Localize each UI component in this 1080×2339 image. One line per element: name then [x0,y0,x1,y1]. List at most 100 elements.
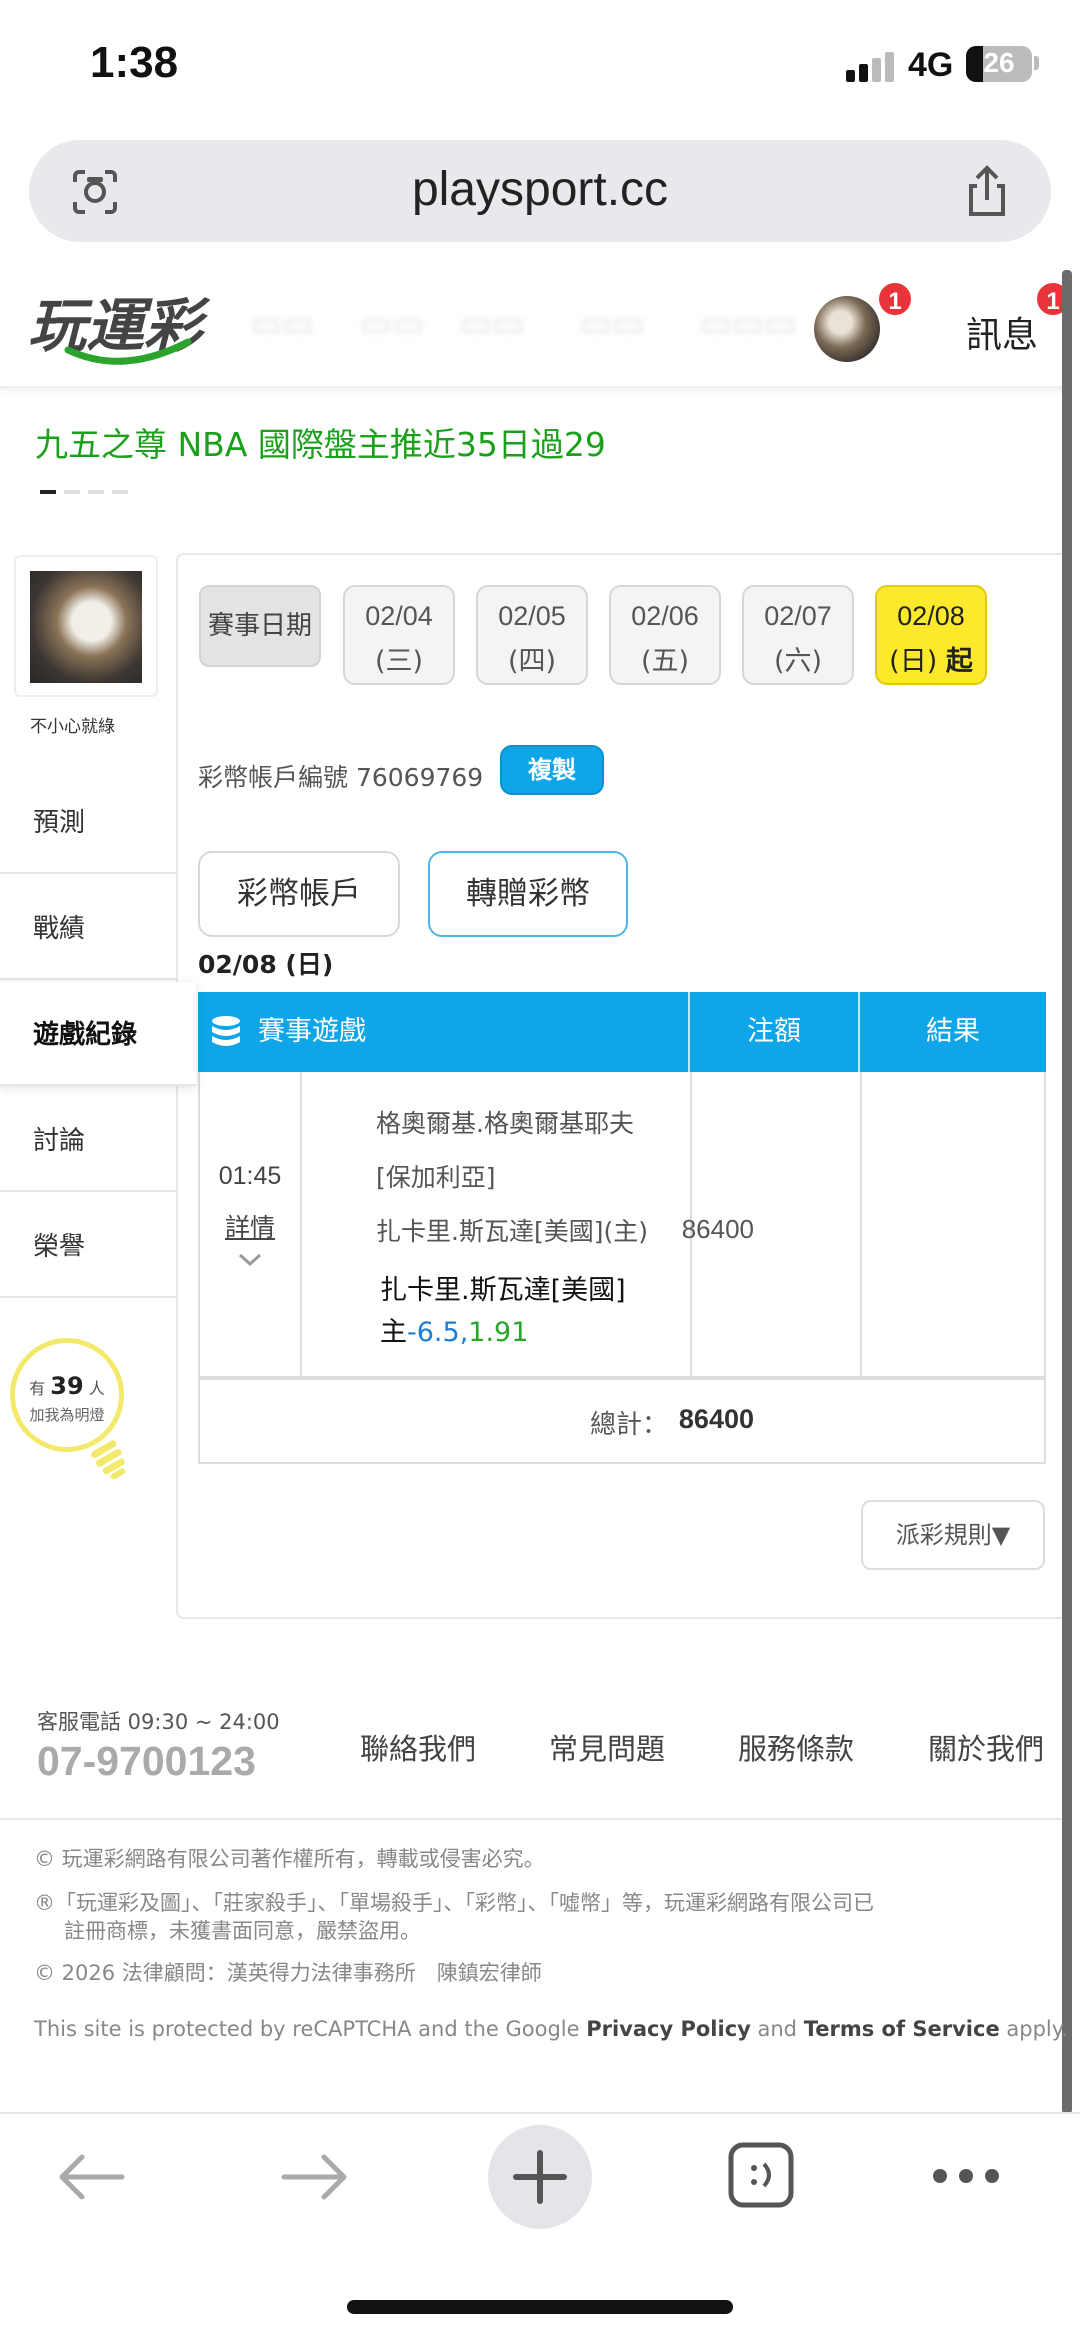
sidebar-item-discussion[interactable]: 討論 [0,1088,176,1192]
sidebar-item-honors[interactable]: 榮譽 [0,1194,176,1298]
total-value: 86400 [678,1404,754,1434]
ghost-nav-item: ▭▭ [460,304,525,344]
ghost-nav-item: ▭▭ [580,304,645,344]
date-suffix: 起 [945,646,973,677]
privacy-policy-link[interactable]: Privacy Policy [586,2017,751,2041]
network-type: 4G [908,46,954,84]
footer-link-faq[interactable]: 常見問題 [549,1726,665,1768]
date-button[interactable]: 02/05 (四) [476,585,588,685]
fans-count-line: 有 39 人 [10,1372,124,1400]
weekday-text: (六) [773,646,823,677]
legal-counsel-text: © 2026 法律顧問：漢英得力法律事務所 陳鎮宏律師 [34,1961,542,1985]
service-hours: 客服電話 09:30 ~ 24:00 [37,1710,280,1734]
recaptcha-text: This site is protected by reCAPTCHA and … [34,2017,587,2041]
chevron-down-icon[interactable] [236,1250,264,1270]
carousel-dots[interactable] [40,490,140,494]
service-phone[interactable]: 07-9700123 [37,1738,256,1785]
date-text: 02/08 [897,601,965,631]
sidebar-item-label: 討論 [33,1126,86,1156]
follow-lamp-button[interactable]: 有 39 人 加我為明燈 [10,1338,132,1488]
sidebar-item-predictions[interactable]: 預測 [0,770,176,874]
share-icon[interactable] [959,164,1015,220]
header-game: 賽事遊戲 [258,1016,366,1047]
pick-handicap: -6.5 [407,1317,460,1348]
terms-of-service-link[interactable]: Terms of Service [804,2017,1000,2041]
tab-gift-coins[interactable]: 轉贈彩幣 [428,851,628,937]
game-player-1-country: [保加利亞] [376,1163,496,1192]
sidebar-item-record[interactable]: 戰績 [0,876,176,980]
pick-team: 扎卡里.斯瓦達[美國] [380,1275,626,1306]
weekday-text: (五) [640,646,690,677]
pick-odds: 1.91 [468,1317,529,1348]
site-logo[interactable]: 玩運彩 [28,290,238,370]
battery-tip [1034,56,1039,70]
stake-amount: 86400 [681,1214,754,1244]
footer-divider [0,1818,1062,1820]
date-filter-label: 賽事日期 [199,585,321,667]
payout-rules-button[interactable]: 派彩規則▼ [861,1500,1045,1570]
account-number: 彩幣帳戶編號 76069769 [198,763,484,792]
footer-link-contact[interactable]: 聯絡我們 [360,1726,476,1768]
date-button[interactable]: 02/07 (六) [742,585,854,685]
user-avatar[interactable] [814,296,880,362]
profile-photo-frame[interactable] [14,555,158,697]
fans-prefix: 有 [29,1379,46,1398]
details-link[interactable]: 詳情 [200,1208,300,1244]
fans-count: 39 [50,1372,84,1400]
trademark-text-1: ®「玩運彩及圖」、「莊家殺手」、「單場殺手」、「彩幣」、「噓幣」等，玩運彩網路有… [34,1891,874,1915]
back-arrow-icon[interactable] [56,2152,126,2202]
tab-coin-account[interactable]: 彩幣帳戶 [198,851,400,937]
weekday-label: (日) [889,646,938,677]
url-text[interactable]: playsport.cc [29,162,1051,217]
copy-button[interactable]: 複製 [500,745,604,795]
site-header: 玩運彩 ▭▭ ▭▭ ▭▭ ▭▭ ▭▭▭ 1 訊息 1 [0,270,1072,388]
address-bar[interactable]: playsport.cc [29,140,1051,242]
recaptcha-notice: This site is protected by reCAPTCHA and … [34,2014,1068,2044]
table-row: 01:45 詳情 格奧爾基.格奧爾基耶夫 [保加利亞] 扎卡里.斯瓦達[美國](… [198,1072,1046,1378]
date-button[interactable]: 02/04 (三) [343,585,455,685]
date-text: 02/04 [365,601,433,631]
weekday-text: (日) 起 [877,639,985,678]
home-indicator[interactable] [347,2300,733,2314]
status-time: 1:38 [90,38,179,87]
day-title: 02/08 (日) [198,950,334,979]
date-text: 02/05 [498,601,566,631]
fans-cta: 加我為明燈 [29,1406,105,1424]
footer-link-about[interactable]: 關於我們 [928,1726,1044,1768]
copyright-text: © 玩運彩網路有限公司著作權所有，轉載或侵害必究。 [34,1847,545,1871]
signal-icon [846,50,896,82]
weekday-text: (三) [374,646,424,677]
status-bar: 1:38 4G 26 [0,0,1080,130]
pick-line: 主-6.5,1.91 [380,1310,528,1349]
toolbar-divider [0,2112,1080,2114]
table-header: 賽事遊戲 注額 結果 [198,992,1046,1072]
date-text: 02/07 [764,601,832,631]
forward-arrow-icon[interactable] [280,2152,350,2202]
tabs-icon[interactable] [726,2140,796,2210]
more-options-icon[interactable] [930,2164,1002,2188]
sidebar-item-label: 榮譽 [33,1232,86,1262]
ghost-nav-item: ▭▭▭ [700,304,797,344]
messages-link[interactable]: 訊息 [966,306,1038,358]
footer-link-terms[interactable]: 服務條款 [738,1726,854,1768]
profile-name[interactable]: 不小心就綠 [30,712,115,737]
notification-badge: 1 [876,280,914,318]
headline-marquee[interactable]: 九五之尊 NBA 國際盤主推近35日過29 [35,418,606,466]
logo-text: 玩運彩 [28,292,211,360]
scrollbar[interactable] [1062,270,1072,2114]
sidebar-item-label: 預測 [33,808,86,838]
weekday-text: (四) [507,646,557,677]
profile-photo [30,571,142,683]
plus-icon [513,2150,567,2204]
sidebar-item-game-history[interactable]: 遊戲紀錄 [0,982,196,1086]
pick-side: 主 [380,1317,407,1348]
game-time: 01:45 [218,1162,282,1190]
database-icon [212,1016,240,1046]
trademark-text-2: 註冊商標，未獲書面同意，嚴禁盜用。 [64,1919,421,1943]
date-button-selected[interactable]: 02/08 (日) 起 [875,585,987,685]
game-player-1: 格奧爾基.格奧爾基耶夫 [376,1109,634,1138]
date-button[interactable]: 02/06 (五) [609,585,721,685]
new-tab-button[interactable] [488,2125,592,2229]
header-stake: 注額 [747,1016,801,1047]
battery-level: 26 [983,47,1015,78]
